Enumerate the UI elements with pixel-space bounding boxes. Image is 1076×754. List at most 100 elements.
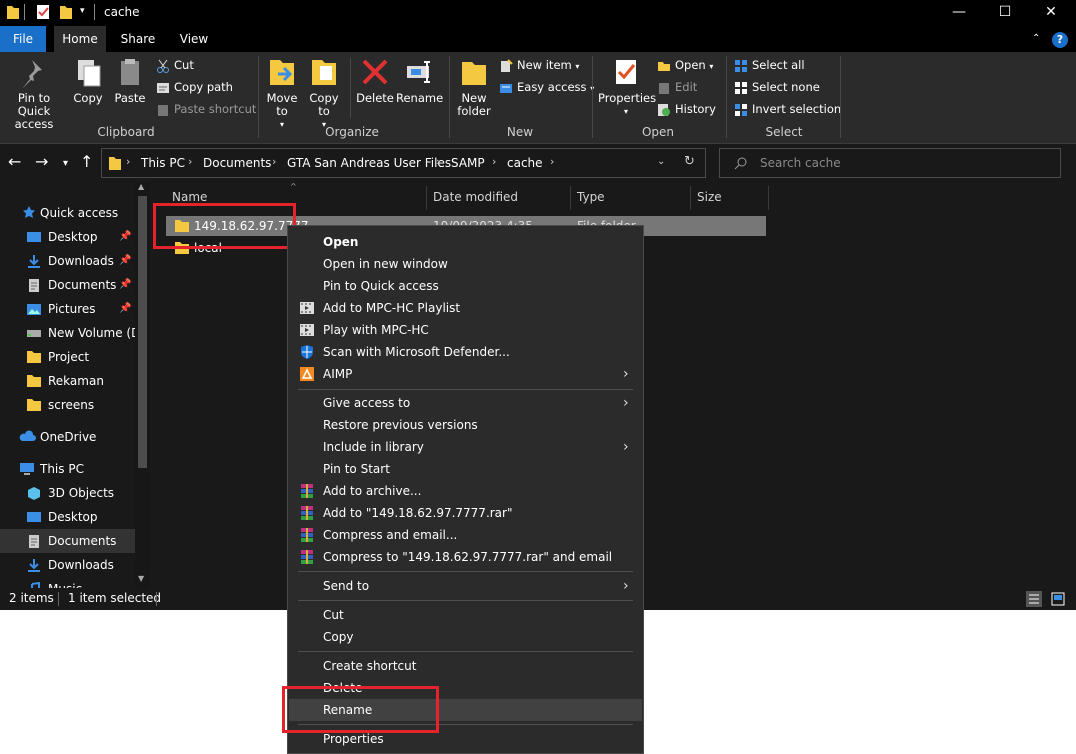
close-button[interactable]: ✕ — [1028, 0, 1074, 26]
pin-quick-access-button[interactable]: Pin to Quick access — [2, 56, 66, 131]
menu-item-pin-quick-access[interactable]: Pin to Quick access — [289, 275, 642, 297]
copy-button[interactable]: Copy — [70, 56, 106, 105]
up-arrow-icon[interactable]: ↑ — [80, 153, 93, 171]
minimize-button[interactable]: — — [936, 0, 982, 26]
menu-item-add-archive[interactable]: Add to archive... — [289, 480, 642, 502]
menu-item-open-new-window[interactable]: Open in new window — [289, 253, 642, 275]
properties-button[interactable]: Properties ▾ — [598, 56, 656, 118]
folder-icon — [7, 6, 19, 19]
breadcrumb-cache[interactable]: cache — [507, 156, 543, 170]
column-header-type[interactable]: Type — [577, 190, 605, 204]
defender-shield-icon — [301, 345, 313, 359]
breadcrumb-this-pc[interactable]: This PC — [141, 156, 185, 170]
edit-button[interactable]: Edit — [657, 78, 697, 96]
menu-item-compress-rar-email[interactable]: Compress to "149.18.62.97.7777.rar" and … — [289, 546, 642, 568]
open-button[interactable]: Open ▾ — [657, 56, 713, 74]
nav-this-pc[interactable]: This PC — [0, 457, 135, 481]
maximize-button[interactable]: ☐ — [982, 0, 1028, 26]
help-icon[interactable]: ? — [1052, 32, 1068, 48]
nav-pc-music[interactable]: Music — [0, 577, 135, 588]
nav-pc-documents[interactable]: Documents — [0, 529, 135, 553]
menu-item-give-access[interactable]: Give access to › — [289, 392, 642, 414]
breadcrumb-gta-user-files[interactable]: GTA San Andreas User Files — [287, 156, 451, 170]
nav-pc-downloads[interactable]: Downloads — [0, 553, 135, 577]
menu-item-pin-start[interactable]: Pin to Start — [289, 458, 642, 480]
address-bar[interactable]: › This PC › Documents › GTA San Andreas … — [101, 148, 706, 178]
nav-quick-access[interactable]: Quick access — [0, 201, 135, 225]
menu-item-compress-email[interactable]: Compress and email... — [289, 524, 642, 546]
pin-icon[interactable]: 📌 — [119, 249, 131, 273]
nav-rekaman[interactable]: Rekaman — [0, 369, 135, 393]
chevron-right-icon: › — [623, 578, 629, 594]
nav-quick-documents[interactable]: Documents 📌 — [0, 273, 135, 297]
collapse-ribbon-icon[interactable]: ⌃ — [1032, 26, 1040, 52]
details-view-icon[interactable] — [1026, 591, 1042, 607]
select-all-button[interactable]: Select all — [734, 56, 805, 74]
rename-button[interactable]: Rename — [396, 56, 443, 105]
copy-to-button[interactable]: Copy to ▾ — [306, 56, 342, 131]
tab-share[interactable]: Share — [112, 26, 164, 52]
search-box[interactable]: Search cache — [719, 148, 1061, 178]
nav-pane-scrollbar[interactable]: ▲ ▼ — [135, 182, 150, 588]
copy-path-button[interactable]: Copy path — [156, 78, 233, 96]
pin-icon[interactable]: 📌 — [119, 273, 131, 297]
pin-icon[interactable]: 📌 — [119, 297, 131, 321]
column-header-name[interactable]: Name — [172, 190, 207, 204]
recent-locations-chevron-icon[interactable]: ▾ — [63, 155, 68, 173]
breadcrumb-documents[interactable]: Documents — [203, 156, 271, 170]
refresh-icon[interactable]: ↻ — [684, 154, 695, 169]
delete-button[interactable]: Delete — [356, 56, 394, 105]
menu-item-create-shortcut[interactable]: Create shortcut — [289, 655, 642, 677]
large-icons-view-icon[interactable] — [1050, 591, 1066, 607]
menu-item-add-rar[interactable]: Add to "149.18.62.97.7777.rar" — [289, 502, 642, 524]
column-header-date-modified[interactable]: Date modified — [433, 190, 518, 204]
ribbon-home: Pin to Quick access Copy Paste Cut Copy … — [0, 52, 1076, 144]
nav-3d-objects[interactable]: 3D Objects — [0, 481, 135, 505]
move-to-button[interactable]: Move to ▾ — [264, 56, 300, 131]
column-header-size[interactable]: Size — [697, 190, 722, 204]
menu-item-cut[interactable]: Cut — [289, 604, 642, 626]
menu-item-copy[interactable]: Copy — [289, 626, 642, 648]
nav-pc-desktop[interactable]: Desktop — [0, 505, 135, 529]
scrollbar-thumb[interactable] — [138, 196, 147, 468]
menu-item-open[interactable]: Open — [289, 231, 642, 253]
cut-button[interactable]: Cut — [156, 56, 194, 74]
properties-quick-icon[interactable] — [35, 4, 51, 20]
customize-toolbar-icon[interactable]: ▾ — [80, 6, 85, 16]
tab-home[interactable]: Home — [54, 26, 106, 52]
menu-item-include-library[interactable]: Include in library › — [289, 436, 642, 458]
menu-item-aimp[interactable]: AIMP › — [289, 363, 642, 385]
menu-item-send-to[interactable]: Send to › — [289, 575, 642, 597]
nav-quick-pictures[interactable]: Pictures 📌 — [0, 297, 135, 321]
back-arrow-icon[interactable]: ← — [8, 153, 21, 171]
nav-screens[interactable]: screens — [0, 393, 135, 417]
menu-item-play-mpc[interactable]: Play with MPC-HC — [289, 319, 642, 341]
paste-shortcut-button[interactable]: Paste shortcut — [156, 100, 256, 118]
menu-item-scan-defender[interactable]: Scan with Microsoft Defender... — [289, 341, 642, 363]
address-dropdown-icon[interactable]: ⌄ — [657, 156, 665, 167]
pin-icon[interactable]: 📌 — [119, 225, 131, 249]
nav-quick-desktop[interactable]: Desktop 📌 — [0, 225, 135, 249]
scroll-down-icon[interactable]: ▼ — [138, 574, 144, 583]
paste-button[interactable]: Paste — [112, 56, 148, 105]
divider — [726, 56, 727, 138]
breadcrumb-samp[interactable]: SAMP — [451, 156, 485, 170]
nav-quick-downloads[interactable]: Downloads 📌 — [0, 249, 135, 273]
nav-onedrive[interactable]: OneDrive — [0, 425, 135, 449]
menu-item-restore-versions[interactable]: Restore previous versions — [289, 414, 642, 436]
forward-arrow-icon[interactable]: → — [35, 153, 48, 171]
easy-access-button[interactable]: Easy access ▾ — [499, 78, 594, 96]
tab-view[interactable]: View — [170, 26, 218, 52]
history-button[interactable]: History — [657, 100, 716, 118]
invert-selection-button[interactable]: Invert selection — [734, 100, 841, 118]
nav-new-volume[interactable]: New Volume (D: — [0, 321, 135, 345]
tab-file[interactable]: File — [0, 26, 46, 52]
scroll-up-icon[interactable]: ▲ — [138, 182, 144, 191]
menu-item-add-mpc-playlist[interactable]: Add to MPC-HC Playlist — [289, 297, 642, 319]
select-none-button[interactable]: Select none — [734, 78, 820, 96]
new-folder-quick-icon[interactable] — [59, 4, 73, 20]
new-item-button[interactable]: New item ▾ — [499, 56, 579, 74]
nav-project[interactable]: Project — [0, 345, 135, 369]
winrar-icon — [301, 484, 313, 498]
new-folder-button[interactable]: New folder — [455, 56, 493, 118]
